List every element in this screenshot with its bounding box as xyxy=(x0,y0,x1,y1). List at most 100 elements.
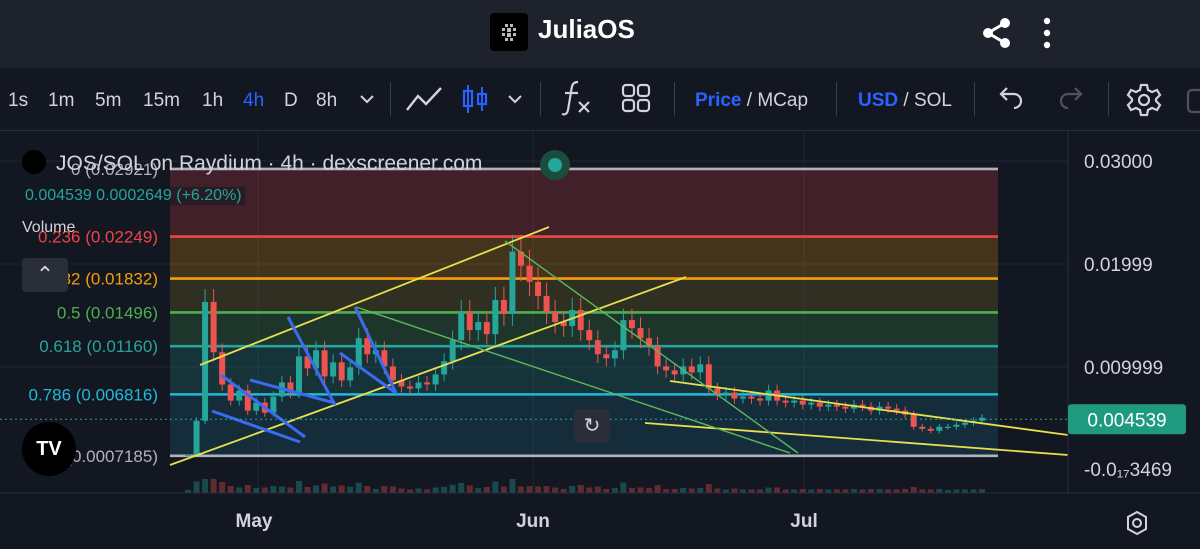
volume-bar xyxy=(739,489,746,493)
layout-grid-icon[interactable] xyxy=(620,82,652,119)
undo-icon[interactable] xyxy=(996,82,1026,117)
candle-body xyxy=(227,384,234,401)
candle-body xyxy=(535,281,542,296)
volume-bar xyxy=(910,487,917,493)
candle-body xyxy=(355,338,362,368)
chart-type-chevron-down-icon[interactable] xyxy=(506,90,524,113)
volume-bar xyxy=(842,489,849,493)
toolbar-divider xyxy=(390,82,391,116)
volume-bar xyxy=(389,486,396,493)
volume-bar xyxy=(628,488,635,493)
volume-bar xyxy=(620,482,627,493)
candle-body xyxy=(885,406,892,409)
volume-bar xyxy=(458,483,465,493)
candle-body xyxy=(330,362,337,377)
candlestick-chart-icon[interactable] xyxy=(460,82,490,121)
volume-bar xyxy=(552,487,559,493)
candle-body xyxy=(500,299,507,315)
volume-bar xyxy=(492,481,499,493)
volume-bar xyxy=(244,485,251,493)
candle-body xyxy=(347,367,354,381)
candle-body xyxy=(296,356,302,393)
toolbar-divider xyxy=(540,82,541,116)
fib-band xyxy=(170,278,998,313)
volume-bar xyxy=(611,488,618,493)
redo-icon[interactable] xyxy=(1056,82,1086,117)
volume-bar xyxy=(697,488,704,493)
volume-bar xyxy=(714,488,721,493)
candle-body xyxy=(475,322,482,331)
volume-bar xyxy=(278,486,285,493)
timeframe-d[interactable]: D xyxy=(284,90,298,112)
volume-bar xyxy=(748,489,755,493)
indicators-fx-icon[interactable] xyxy=(560,78,594,123)
candle-body xyxy=(458,312,465,341)
sol-option[interactable]: SOL xyxy=(914,90,952,111)
candle-body xyxy=(919,426,926,429)
candle-body xyxy=(185,454,191,457)
volume-bar xyxy=(671,489,678,493)
timeframe-chevron-down-icon[interactable] xyxy=(358,90,376,113)
volume-bar xyxy=(833,489,840,493)
candle-body xyxy=(944,426,951,428)
line-chart-icon[interactable] xyxy=(404,82,444,121)
timeframe-5m[interactable]: 5m xyxy=(95,90,121,112)
volume-bar xyxy=(850,489,857,493)
volume-bar xyxy=(885,489,892,493)
volume-bar xyxy=(338,485,345,493)
candle-body xyxy=(406,386,413,389)
currency-toggle[interactable]: USD / SOL xyxy=(858,90,952,112)
volume-bar xyxy=(219,482,226,493)
settings-gear-icon[interactable] xyxy=(1126,82,1162,123)
volume-bar xyxy=(321,483,328,493)
tradingview-logo[interactable]: TV xyxy=(22,422,76,476)
volume-bar xyxy=(509,479,516,493)
volume-bar xyxy=(594,486,601,493)
volume-bar xyxy=(210,479,217,493)
timeframe-1h[interactable]: 1h xyxy=(202,90,223,112)
candle-body xyxy=(731,392,738,399)
timeframe-1m[interactable]: 1m xyxy=(48,90,74,112)
candle-body xyxy=(594,340,601,355)
price-option[interactable]: Price xyxy=(695,90,741,111)
volume-bars xyxy=(185,479,985,493)
candle-body xyxy=(791,400,798,403)
mcap-option[interactable]: MCap xyxy=(757,90,808,111)
fib-band xyxy=(170,236,998,279)
fullscreen-icon[interactable] xyxy=(1186,88,1200,119)
volume-bar xyxy=(483,487,490,493)
more-options-icon[interactable] xyxy=(1040,16,1054,55)
usd-option[interactable]: USD xyxy=(858,90,898,111)
collapse-legend-button[interactable]: ⌃ xyxy=(22,258,68,292)
fib-level-label: 0.786 (0.006816) xyxy=(29,385,159,404)
volume-bar xyxy=(355,482,362,493)
toolbar-divider xyxy=(1108,82,1109,116)
candle-body xyxy=(757,398,764,401)
timeframe-4h[interactable]: 4h xyxy=(243,90,264,112)
candle-body xyxy=(611,350,618,359)
candle-body xyxy=(586,330,593,341)
timeframe-8h[interactable]: 8h xyxy=(316,90,337,112)
symbol-line: JOS/SOL on Raydium · 4h · dexscreener.co… xyxy=(56,152,483,175)
app-title-bar: JuliaOS xyxy=(0,0,1200,68)
candle-body xyxy=(552,312,559,323)
candle-body xyxy=(441,361,448,375)
volume-bar xyxy=(364,486,371,493)
candle-body xyxy=(543,295,550,312)
x-axis-tick-label: Jun xyxy=(516,511,550,532)
timeframe-1s[interactable]: 1s xyxy=(8,90,28,112)
volume-bar xyxy=(381,486,388,493)
volume-bar xyxy=(859,489,866,493)
volume-bar xyxy=(313,485,320,493)
share-icon[interactable] xyxy=(980,16,1014,55)
fib-band xyxy=(170,168,998,237)
axis-settings-icon[interactable] xyxy=(1124,510,1150,541)
x-axis-tick-label: May xyxy=(236,511,273,532)
candle-body xyxy=(466,312,473,331)
chart-toolbar: 1s 1m 5m 15m 1h 4h D 8h Price / MCap USD… xyxy=(0,68,1200,131)
reset-zoom-button[interactable]: ↻ xyxy=(574,409,610,443)
timeframe-15m[interactable]: 15m xyxy=(143,90,180,112)
x-axis-tick-label: Jul xyxy=(790,511,817,532)
price-mcap-toggle[interactable]: Price / MCap xyxy=(695,90,808,112)
volume-bar xyxy=(663,489,670,493)
